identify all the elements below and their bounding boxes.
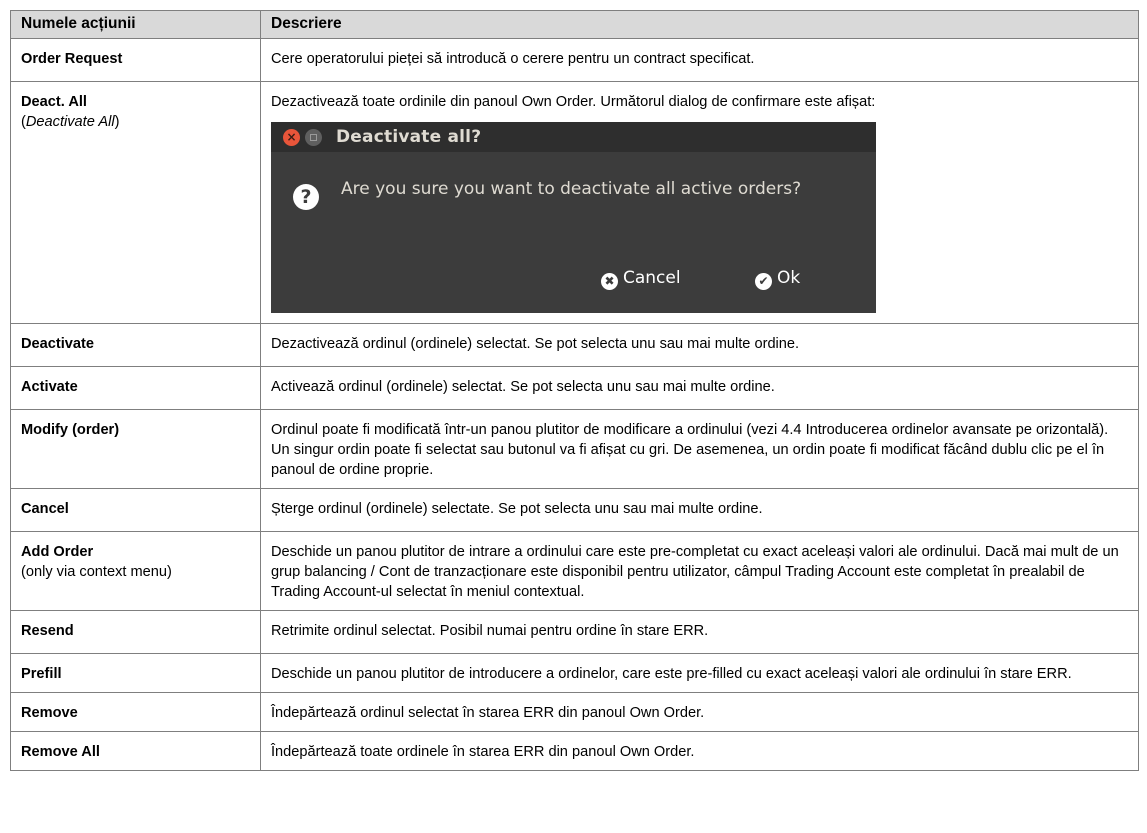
action-name-cell: Deact. All (Deactivate All) — [10, 81, 261, 324]
table-row: Remove Îndepărtează ordinul selectat în … — [10, 692, 1139, 732]
action-name: Activate — [10, 366, 261, 410]
ok-label: Ok — [777, 268, 801, 288]
action-description: Îndepărtează ordinul selectat în starea … — [260, 692, 1139, 732]
actions-table: Numele acțiunii Descriere Order Request … — [10, 10, 1139, 771]
table-row: Modify (order) Ordinul poate fi modifica… — [10, 409, 1139, 489]
action-alias: (Deactivate All) — [21, 114, 120, 130]
action-name: Deact. All — [21, 94, 87, 110]
dialog-title: Deactivate all? — [336, 127, 482, 147]
table-row: Remove All Îndepărtează toate ordinele î… — [10, 731, 1139, 771]
table-row: Cancel Șterge ordinul (ordinele) selecta… — [10, 488, 1139, 532]
dialog-titlebar: × Deactivate all? — [271, 122, 876, 152]
check-icon: ✔ — [755, 273, 772, 290]
action-name: Resend — [10, 610, 261, 654]
table-row: Order Request Cere operatorului pieței s… — [10, 38, 1139, 82]
header-action-name: Numele acțiunii — [10, 10, 261, 39]
action-description-cell: Dezactivează toate ordinile din panoul O… — [260, 81, 1139, 324]
action-name: Add Order — [21, 544, 94, 560]
action-description: Ordinul poate fi modificată într-un pano… — [260, 409, 1139, 489]
ok-button[interactable]: ✔ Ok — [755, 267, 801, 290]
table-row: Deactivate Dezactivează ordinul (ordinel… — [10, 323, 1139, 367]
action-description: Retrimite ordinul selectat. Posibil numa… — [260, 610, 1139, 654]
table-row: Activate Activează ordinul (ordinele) se… — [10, 366, 1139, 410]
dialog-message: Are you sure you want to deactivate all … — [341, 179, 802, 199]
table-row: Prefill Deschide un panou plutitor de in… — [10, 653, 1139, 693]
action-description: Deschide un panou plutitor de intrare a … — [260, 531, 1139, 611]
action-name: Remove All — [10, 731, 261, 771]
close-icon[interactable]: × — [283, 129, 300, 146]
action-description: Dezactivează toate ordinile din panoul O… — [271, 94, 876, 110]
confirm-dialog-screenshot: × Deactivate all? ? Are you sure you wan… — [271, 122, 876, 313]
action-note: (only via context menu) — [21, 564, 172, 580]
table-row: Resend Retrimite ordinul selectat. Posib… — [10, 610, 1139, 654]
action-name-cell: Add Order (only via context menu) — [10, 531, 261, 611]
action-description: Șterge ordinul (ordinele) selectate. Se … — [260, 488, 1139, 532]
table-row: Deact. All (Deactivate All) Dezactivează… — [10, 81, 1139, 324]
action-description: Deschide un panou plutitor de introducer… — [260, 653, 1139, 693]
action-name: Prefill — [10, 653, 261, 693]
action-name: Cancel — [10, 488, 261, 532]
minimize-icon[interactable] — [305, 129, 322, 146]
cancel-button[interactable]: ✖ Cancel — [601, 267, 681, 290]
cancel-icon: ✖ — [601, 273, 618, 290]
action-description: Dezactivează ordinul (ordinele) selectat… — [260, 323, 1139, 367]
action-name: Remove — [10, 692, 261, 732]
action-description: Cere operatorului pieței să introducă o … — [260, 38, 1139, 82]
question-icon: ? — [293, 184, 319, 210]
action-name: Order Request — [10, 38, 261, 82]
header-description: Descriere — [260, 10, 1139, 39]
cancel-label: Cancel — [623, 268, 681, 288]
action-description: Îndepărtează toate ordinele în starea ER… — [260, 731, 1139, 771]
table-row: Add Order (only via context menu) Deschi… — [10, 531, 1139, 611]
table-header-row: Numele acțiunii Descriere — [10, 10, 1139, 39]
action-name: Modify (order) — [10, 409, 261, 489]
action-name: Deactivate — [10, 323, 261, 367]
action-description: Activează ordinul (ordinele) selectat. S… — [260, 366, 1139, 410]
